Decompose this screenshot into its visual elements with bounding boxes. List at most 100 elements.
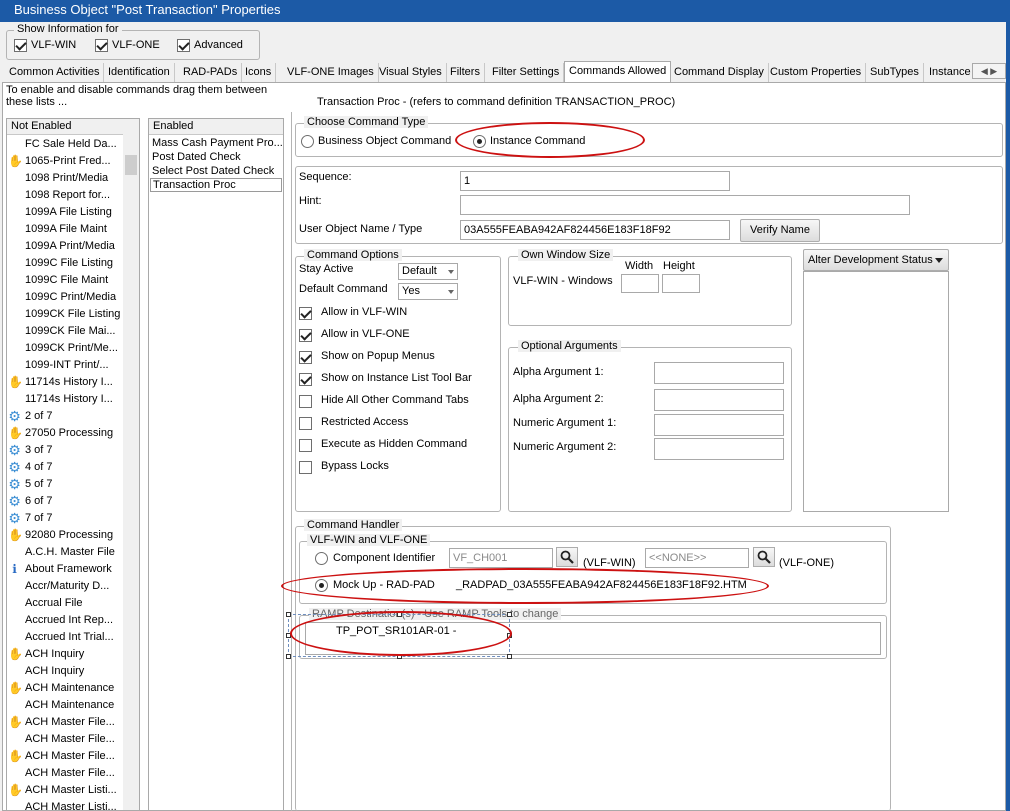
vlf-win-checkbox[interactable] — [14, 39, 27, 52]
component-one-input[interactable]: <<NONE>> — [645, 548, 749, 568]
not-enabled-item[interactable]: Accrued Int Rep... — [7, 612, 123, 629]
stay-active-select[interactable]: Default — [398, 263, 458, 280]
tab-subtypes[interactable]: SubTypes — [866, 63, 924, 82]
not-enabled-item[interactable]: ✋ 1065-Print Fred... — [7, 153, 123, 170]
not-enabled-item[interactable]: ACH Master Listi... — [7, 799, 123, 810]
not-enabled-item[interactable]: 1099C File Maint — [7, 272, 123, 289]
component-one-lookup-button[interactable] — [753, 547, 775, 567]
not-enabled-item[interactable]: 1099CK File Listing — [7, 306, 123, 323]
mockup-radpad-radio[interactable] — [315, 579, 328, 592]
not-enabled-item[interactable]: ✋ 11714s History I... — [7, 374, 123, 391]
tab-commands-allowed[interactable]: Commands Allowed — [564, 61, 672, 82]
show-instance-toolbar-checkbox[interactable] — [299, 373, 312, 386]
vlf-one-checkbox[interactable] — [95, 39, 108, 52]
user-object-input[interactable]: 03A555FEABA942AF824456E183F18F92 — [460, 220, 730, 240]
hint-input[interactable] — [460, 195, 910, 215]
not-enabled-item[interactable]: ✋ ACH Master Listi... — [7, 782, 123, 799]
window-height-input[interactable] — [662, 274, 700, 293]
component-identifier-radio[interactable] — [315, 552, 328, 565]
not-enabled-item[interactable]: ✋ ACH Maintenance — [7, 680, 123, 697]
not-enabled-item[interactable]: ✋ 27050 Processing — [7, 425, 123, 442]
sequence-label: Sequence: — [299, 171, 352, 183]
not-enabled-item[interactable]: ⚙ 5 of 7 — [7, 476, 123, 493]
not-enabled-item[interactable]: 11714s History I... — [7, 391, 123, 408]
not-enabled-item[interactable]: ✋ ACH Inquiry — [7, 646, 123, 663]
not-enabled-item[interactable]: A.C.H. Master File — [7, 544, 123, 561]
not-enabled-item[interactable]: ACH Maintenance — [7, 697, 123, 714]
not-enabled-item[interactable]: ⚙ 6 of 7 — [7, 493, 123, 510]
tab-visual-styles[interactable]: Visual Styles — [375, 63, 447, 82]
not-enabled-item[interactable]: Accrued Int Trial... — [7, 629, 123, 646]
allow-vlf-win-checkbox[interactable] — [299, 307, 312, 320]
advanced-checkbox[interactable] — [177, 39, 190, 52]
not-enabled-item[interactable]: 1099C File Listing — [7, 255, 123, 272]
instance-command-radio[interactable] — [473, 135, 486, 148]
not-enabled-item[interactable]: 1099A Print/Media — [7, 238, 123, 255]
not-enabled-item[interactable]: 1099A File Listing — [7, 204, 123, 221]
bypass-locks-checkbox[interactable] — [299, 461, 312, 474]
hide-other-tabs-checkbox[interactable] — [299, 395, 312, 408]
window-width-input[interactable] — [621, 274, 659, 293]
not-enabled-item[interactable]: Accrual File — [7, 595, 123, 612]
not-enabled-item[interactable]: 1099CK File Mai... — [7, 323, 123, 340]
component-win-input[interactable]: VF_CH001 — [449, 548, 553, 568]
not-enabled-item[interactable]: ℹ About Framework — [7, 561, 123, 578]
restricted-access-checkbox[interactable] — [299, 417, 312, 430]
tab-rad-pads[interactable]: RAD-PADs — [179, 63, 243, 82]
not-enabled-item[interactable]: ⚙ 7 of 7 — [7, 510, 123, 527]
not-enabled-item[interactable]: ACH Master File... — [7, 731, 123, 748]
enabled-item[interactable]: Mass Cash Payment Pro... — [152, 136, 283, 150]
tab-scroll-buttons[interactable]: ◀ ▶ — [972, 63, 1006, 79]
alter-development-status-button[interactable]: Alter Development Status — [803, 249, 949, 271]
numeric-arg-1-input[interactable] — [654, 414, 784, 436]
not-enabled-item[interactable]: ACH Master File... — [7, 765, 123, 782]
not-enabled-item[interactable]: Accr/Maturity D... — [7, 578, 123, 595]
tab-custom-properties[interactable]: Custom Properties — [766, 63, 867, 82]
not-enabled-item[interactable]: 1099CK Print/Me... — [7, 340, 123, 357]
enabled-list[interactable]: Enabled Mass Cash Payment Pro... Post Da… — [148, 118, 284, 811]
scrollbar-thumb[interactable] — [125, 155, 137, 175]
not-enabled-item[interactable]: FC Sale Held Da... — [7, 136, 123, 153]
not-enabled-item[interactable]: ✋ 92080 Processing — [7, 527, 123, 544]
tab-filters[interactable]: Filters — [446, 63, 485, 82]
execute-hidden-checkbox[interactable] — [299, 439, 312, 452]
tab-strip: Common Activities Identification RAD-PAD… — [0, 61, 1006, 82]
tab-command-display[interactable]: Command Display — [670, 63, 769, 82]
numeric-arg-2-input[interactable] — [654, 438, 784, 460]
alpha-arg-2-input[interactable] — [654, 389, 784, 411]
not-enabled-item[interactable]: ACH Inquiry — [7, 663, 123, 680]
alpha-arg-1-input[interactable] — [654, 362, 784, 384]
verify-name-button[interactable]: Verify Name — [740, 219, 820, 242]
not-enabled-item[interactable]: 1099-INT Print/... — [7, 357, 123, 374]
not-enabled-item[interactable]: ⚙ 3 of 7 — [7, 442, 123, 459]
not-enabled-list[interactable]: Not Enabled FC Sale Held Da... ✋ 1065-Prin… — [6, 118, 140, 811]
show-popup-menus-checkbox[interactable] — [299, 351, 312, 364]
default-command-select[interactable]: Yes — [398, 283, 458, 300]
not-enabled-item[interactable]: ⚙ 2 of 7 — [7, 408, 123, 425]
stay-active-label: Stay Active — [299, 263, 354, 275]
not-enabled-scrollbar[interactable] — [123, 119, 139, 810]
not-enabled-item[interactable]: 1098 Report for... — [7, 187, 123, 204]
enabled-item-selected[interactable]: Transaction Proc — [150, 178, 282, 192]
vlf-one-suffix: (VLF-ONE) — [779, 557, 834, 569]
not-enabled-item[interactable]: ✋ ACH Master File... — [7, 714, 123, 731]
enabled-item[interactable]: Select Post Dated Check — [152, 164, 274, 178]
not-enabled-item[interactable]: 1099C Print/Media — [7, 289, 123, 306]
tab-instance[interactable]: Instance — [925, 63, 975, 82]
not-enabled-item[interactable]: ✋ ACH Master File... — [7, 748, 123, 765]
component-win-lookup-button[interactable] — [556, 547, 578, 567]
tab-vlf-one-images[interactable]: VLF-ONE Images — [283, 63, 379, 82]
tab-identification[interactable]: Identification — [104, 63, 175, 82]
tab-icons[interactable]: Icons — [241, 63, 277, 82]
development-status-list[interactable] — [803, 271, 949, 512]
business-object-radio[interactable] — [301, 135, 314, 148]
tab-filter-settings[interactable]: Filter Settings — [488, 63, 565, 82]
not-enabled-item[interactable]: 1098 Print/Media — [7, 170, 123, 187]
window-title: Business Object "Post Transaction" Prope… — [0, 0, 1006, 22]
enabled-item[interactable]: Post Dated Check — [152, 150, 241, 164]
allow-vlf-one-checkbox[interactable] — [299, 329, 312, 342]
sequence-input[interactable]: 1 — [460, 171, 730, 191]
not-enabled-item[interactable]: 1099A File Maint — [7, 221, 123, 238]
not-enabled-item[interactable]: ⚙ 4 of 7 — [7, 459, 123, 476]
tab-common-activities[interactable]: Common Activities — [5, 63, 105, 82]
